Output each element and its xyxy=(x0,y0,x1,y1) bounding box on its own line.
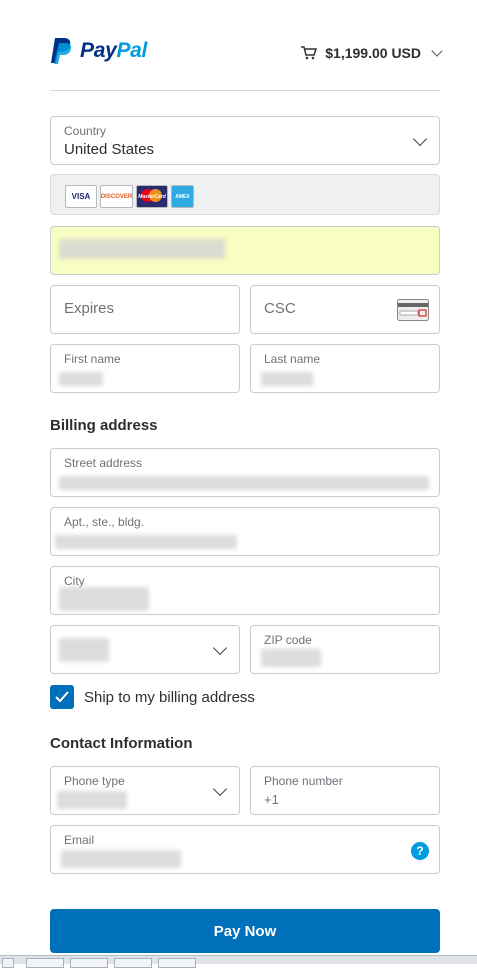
taskbar-item[interactable] xyxy=(114,958,152,968)
redacted-zip xyxy=(261,649,321,667)
zip-code-label: ZIP code xyxy=(264,633,312,647)
redacted-state xyxy=(59,638,109,662)
state-select[interactable] xyxy=(50,625,240,674)
checkmark-icon xyxy=(55,691,69,703)
accepted-cards: VISA DISCOVER MasterCard AMEX xyxy=(50,174,440,215)
discover-logo: DISCOVER xyxy=(100,185,133,208)
phone-country-code: +1 xyxy=(264,792,279,807)
redacted-first-name xyxy=(59,372,103,386)
last-name-label: Last name xyxy=(264,352,321,366)
chevron-down-icon xyxy=(431,45,443,57)
expires-placeholder: Expires xyxy=(64,300,115,317)
help-icon[interactable]: ? xyxy=(411,842,429,860)
chevron-down-icon xyxy=(412,131,428,147)
visa-logo: VISA xyxy=(65,185,97,208)
amex-logo: AMEX xyxy=(171,185,194,208)
pay-now-button[interactable]: Pay Now xyxy=(50,909,440,953)
phone-number-field[interactable]: Phone number +1 xyxy=(250,766,440,815)
header-divider xyxy=(50,90,440,91)
redacted-city xyxy=(59,587,149,611)
apt-field[interactable]: Apt., ste., bldg. xyxy=(50,507,440,556)
taskbar-item[interactable] xyxy=(70,958,108,968)
billing-address-heading: Billing address xyxy=(50,417,158,434)
redacted-email xyxy=(61,850,181,868)
apt-label: Apt., ste., bldg. xyxy=(64,515,145,529)
chevron-down-icon xyxy=(212,640,228,656)
paypal-wordmark: PayPal xyxy=(80,39,148,62)
taskbar-item[interactable] xyxy=(26,958,64,968)
country-select[interactable]: Country United States xyxy=(50,116,440,165)
csc-placeholder: CSC xyxy=(264,300,296,317)
first-name-field[interactable]: First name xyxy=(50,344,240,393)
zip-code-field[interactable]: ZIP code xyxy=(250,625,440,674)
paypal-mark-icon xyxy=(51,38,72,64)
phone-number-label: Phone number xyxy=(264,774,343,788)
cart-amount: $1,199.00 USD xyxy=(325,45,421,61)
card-back-icon xyxy=(397,299,429,321)
cart-icon xyxy=(301,46,318,60)
mastercard-logo: MasterCard xyxy=(136,185,168,208)
redacted-street-address xyxy=(59,476,429,490)
email-label: Email xyxy=(64,833,95,847)
cart-summary[interactable]: $1,199.00 USD xyxy=(301,45,443,61)
csc-field[interactable]: CSC xyxy=(250,285,440,334)
ship-to-billing-label[interactable]: Ship to my billing address xyxy=(84,689,255,706)
phone-type-label: Phone type xyxy=(64,774,125,788)
redacted-card-number xyxy=(59,239,225,259)
paypal-logo: PayPal xyxy=(50,36,147,66)
redacted-last-name xyxy=(261,372,313,386)
email-field[interactable]: Email ? xyxy=(50,825,440,874)
street-address-label: Street address xyxy=(64,456,143,470)
ship-to-billing-checkbox[interactable] xyxy=(50,685,74,709)
chevron-down-icon xyxy=(212,781,228,797)
last-name-field[interactable]: Last name xyxy=(250,344,440,393)
taskbar-item[interactable] xyxy=(2,958,14,968)
city-field[interactable]: City xyxy=(50,566,440,615)
first-name-label: First name xyxy=(64,352,121,366)
redacted-phone-type xyxy=(57,791,127,809)
expires-field[interactable]: Expires xyxy=(50,285,240,334)
city-label: City xyxy=(64,574,85,588)
card-number-field[interactable] xyxy=(50,226,440,275)
phone-type-select[interactable]: Phone type xyxy=(50,766,240,815)
redacted-apt xyxy=(55,535,237,549)
country-label: Country xyxy=(64,124,107,138)
street-address-field[interactable]: Street address xyxy=(50,448,440,497)
taskbar-item[interactable] xyxy=(158,958,196,968)
paypal-checkout-frame: PayPal $1,199.00 USD Country United Stat… xyxy=(20,0,477,955)
left-window-edge xyxy=(0,0,21,963)
country-value: United States xyxy=(64,141,155,158)
contact-information-heading: Contact Information xyxy=(50,735,193,752)
